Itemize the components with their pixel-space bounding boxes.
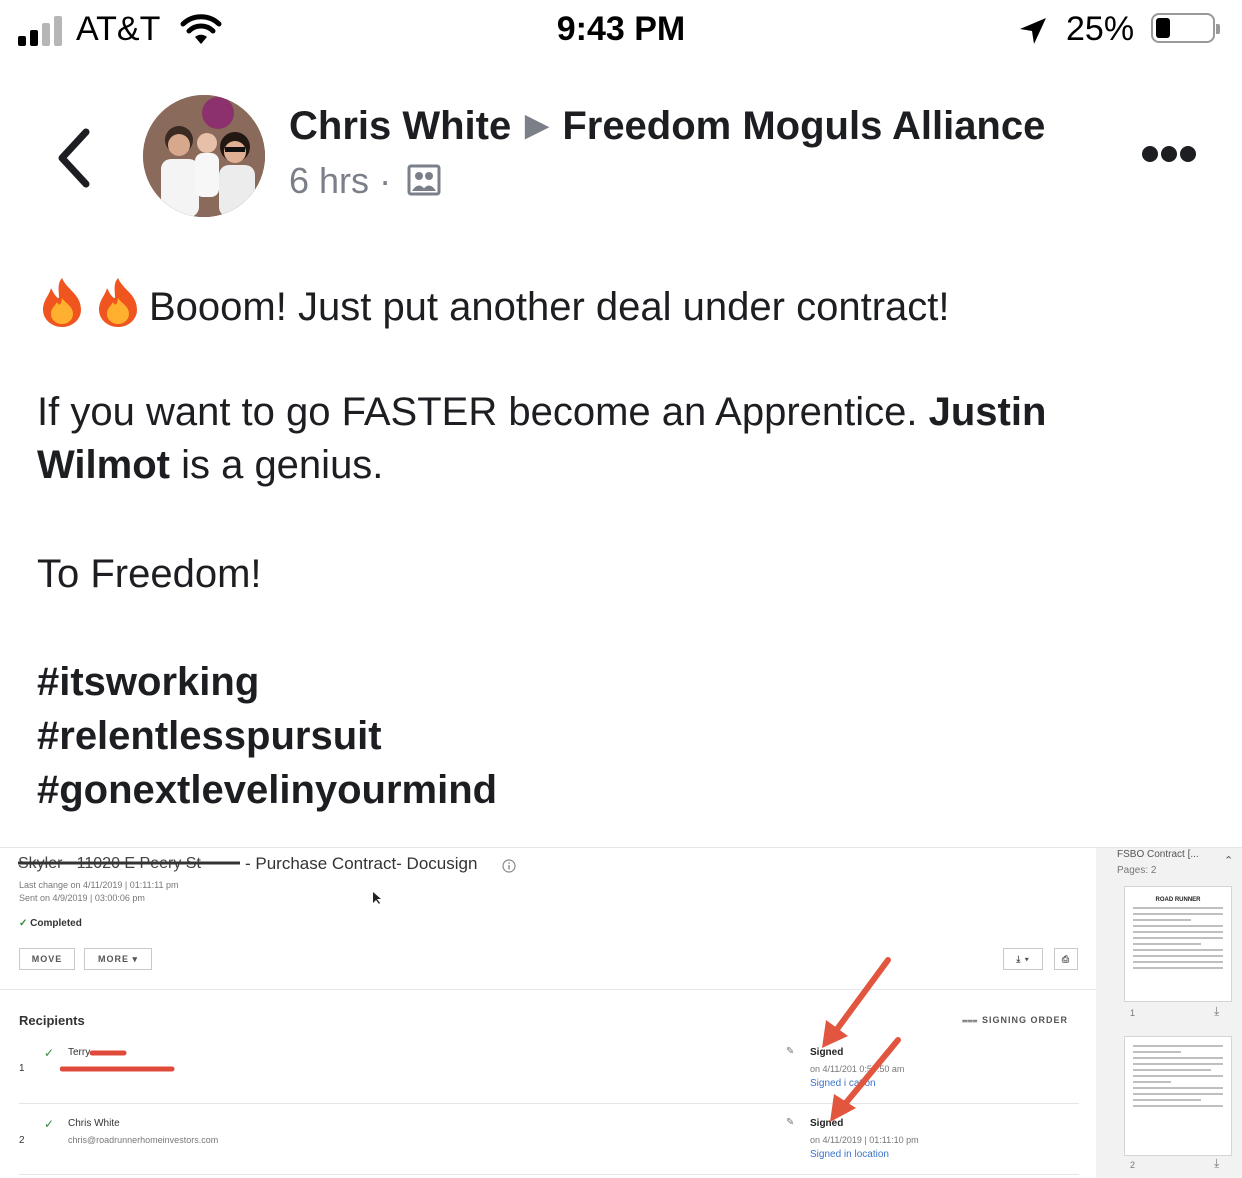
thumbs-pages: Pages: 2 (1117, 865, 1157, 876)
avatar[interactable] (143, 95, 265, 217)
edit-icon[interactable]: ✎ (786, 1117, 794, 1128)
redacted-title: Skyler - 11020 E Peery St (18, 855, 240, 872)
recipient-index: 1 (19, 1063, 25, 1074)
battery-percent: 25% (1066, 10, 1135, 48)
recipient-index: 2 (19, 1135, 25, 1146)
battery-icon (1151, 13, 1220, 43)
thumbs-title: FSBO Contract [... (1117, 849, 1199, 860)
post-header-title: Chris White ▶ Freedom Moguls Alliance (289, 104, 1045, 149)
red-arrow-annotations (822, 957, 901, 1122)
hashtag-link[interactable]: #relentlesspursuit (37, 710, 382, 763)
check-icon: ✓ (44, 1117, 55, 1131)
last-change: Last change on 4/11/2019 | 01:11:11 pm (19, 880, 179, 890)
hashtag-link[interactable]: #itsworking (37, 656, 259, 709)
signing-order-button[interactable]: ⩶ SIGNING ORDER (962, 1015, 1068, 1026)
redaction-marks (60, 1050, 175, 1072)
group-members-icon (407, 164, 441, 196)
post-text: is a genius. (181, 443, 384, 487)
thumbnail-page-2[interactable] (1124, 1036, 1232, 1156)
download-icon[interactable]: ⤓ (1214, 1156, 1219, 1171)
triangle-right-icon: ▶ (525, 109, 549, 142)
thumbnail-page-number: 1 (1130, 1008, 1136, 1018)
attached-photo[interactable]: Skyler - 11020 E Peery St - Purchase Con… (0, 847, 1242, 1178)
chevron-left-icon[interactable] (52, 128, 98, 188)
download-icon[interactable]: ⤓ (1214, 1004, 1219, 1019)
signed-location[interactable]: Signed in location (810, 1149, 889, 1160)
ellipsis-icon[interactable] (1142, 146, 1196, 164)
check-icon: ✓ (19, 918, 28, 929)
recipient-email: chris@roadrunnerhomeinvestors.com (68, 1135, 219, 1145)
signed-date: on 4/11/2019 | 01:11:10 pm (810, 1135, 919, 1145)
recipients-heading: Recipients (19, 1013, 85, 1028)
post-line-1: Booom! Just put another deal under contr… (37, 276, 950, 334)
post-meta: 6 hrs · (289, 160, 441, 202)
post-text: If you want to go FASTER become an Appre… (37, 390, 918, 434)
check-icon: ✓ (44, 1046, 55, 1060)
location-arrow-icon (1020, 18, 1046, 44)
move-button[interactable]: MOVE (19, 948, 75, 970)
post-text: Booom! Just put another deal under contr… (149, 285, 950, 329)
thumbnail-page-number: 2 (1130, 1160, 1136, 1170)
clock: 9:43 PM (556, 10, 686, 48)
sent-on: Sent on 4/9/2019 | 03:00:06 pm (19, 893, 145, 903)
download-icon[interactable]: ⤓ ▾ (1003, 948, 1043, 970)
meta-dot: · (379, 160, 392, 201)
signing-order-icon: ⩶ (962, 1015, 979, 1025)
print-icon[interactable]: ⎙ (1054, 948, 1078, 970)
fire-emoji-icon (43, 278, 81, 327)
post-timestamp[interactable]: 6 hrs (289, 160, 369, 201)
thumbnail-page-1[interactable]: ROAD RUNNER (1124, 886, 1232, 1002)
hashtag-link[interactable]: #gonextlevelinyourmind (37, 764, 497, 817)
more-button[interactable]: MORE ▾ (84, 948, 152, 970)
status-bar: AT&T 9:43 PM 25% (0, 0, 1242, 64)
edit-icon[interactable]: ✎ (786, 1046, 794, 1057)
info-icon (502, 859, 516, 873)
collapse-icon[interactable]: ⌃ (1224, 854, 1233, 867)
fire-emoji-icon (99, 278, 137, 327)
document-title: - Purchase Contract- Docusign (245, 854, 478, 873)
post-line-3: To Freedom! (37, 552, 262, 596)
group-name[interactable]: Freedom Moguls Alliance (562, 104, 1045, 148)
cursor-icon (373, 892, 381, 904)
post-line-2: If you want to go FASTER become an Appre… (37, 386, 1217, 492)
completed-status: ✓ Completed (19, 918, 82, 929)
recipient-name: Chris White (68, 1118, 120, 1129)
author-name[interactable]: Chris White (289, 104, 511, 148)
